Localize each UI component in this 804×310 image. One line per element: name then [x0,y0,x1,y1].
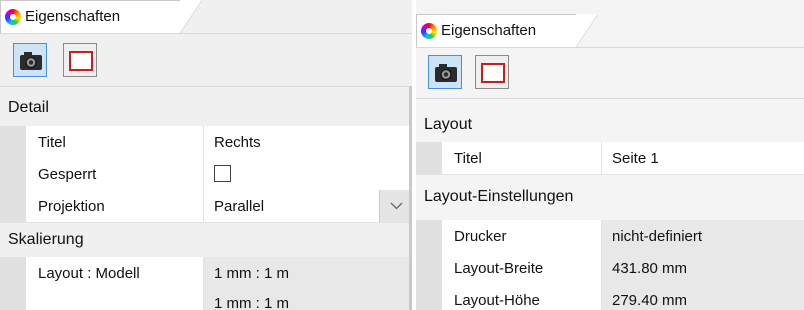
section-header-layout-settings: Layout-Einstellungen [416,182,804,212]
tab-properties[interactable]: Eigenschaften [416,14,598,47]
section-header-detail: Detail [0,93,412,123]
property-name: Titel [454,150,482,167]
property-name: Layout : Modell [38,265,140,282]
page-layout-button[interactable] [63,43,97,77]
dropdown-button[interactable] [379,190,412,222]
camera-icon [20,52,42,70]
property-row-layout-modell: Layout : Modell 1 mm : 1 m [0,257,412,290]
camera-icon [435,64,457,82]
property-name: Titel [38,134,66,151]
camera-button[interactable] [428,55,462,89]
properties-panel-left: Eigenschaften Detail Titel Rechts Gesper… [0,0,412,310]
section-title: Skalierung [8,231,84,248]
section-title: Layout [424,116,473,133]
page-layout-icon [69,51,93,71]
property-name: Gesperrt [38,166,97,183]
property-name: Layout-Höhe [454,292,540,309]
property-row-drucker: Drucker nicht-definiert [416,220,804,253]
projection-select[interactable]: Parallel [204,190,412,222]
tab-label: Eigenschaften [25,8,121,25]
scale-value[interactable]: 1 mm : 1 m [204,257,412,289]
printer-value[interactable]: nicht-definiert [602,220,804,252]
property-row-titel: Titel Rechts [0,126,412,159]
section-header-skalierung: Skalierung [0,225,412,255]
layout-height-value[interactable]: 279.40 mm [602,284,804,310]
tab-label: Eigenschaften [441,22,537,39]
property-row-projektion: Projektion Parallel [0,190,412,223]
page-layout-button[interactable] [475,55,509,89]
property-name: Projektion [38,198,105,215]
property-name: Layout-Breite [454,260,544,277]
color-wheel-icon [421,23,437,39]
property-row-scale-2: 1 mm : 1 m [0,287,412,310]
locked-checkbox[interactable] [214,165,231,182]
property-name: Drucker [454,228,507,245]
property-row-titel: Titel Seite 1 [416,142,804,175]
section-header-layout: Layout [416,110,804,140]
property-row-layout-breite: Layout-Breite 431.80 mm [416,252,804,285]
camera-button[interactable] [13,43,47,77]
layout-width-value[interactable]: 431.80 mm [602,252,804,284]
section-title: Layout-Einstellungen [424,188,574,205]
page-layout-icon [481,63,505,83]
section-title: Detail [8,99,49,116]
property-row-gesperrt: Gesperrt [0,158,412,191]
property-value-titel[interactable]: Seite 1 [602,142,804,174]
property-value-titel[interactable]: Rechts [204,126,412,158]
chevron-down-icon [390,202,403,210]
color-wheel-icon [5,9,21,25]
property-row-layout-hoehe: Layout-Höhe 279.40 mm [416,284,804,310]
scale-value[interactable]: 1 mm : 1 m [204,287,412,310]
properties-panel-right: Eigenschaften Layout Titel Seite 1 Layou… [416,0,804,310]
tab-properties[interactable]: Eigenschaften [0,0,202,33]
